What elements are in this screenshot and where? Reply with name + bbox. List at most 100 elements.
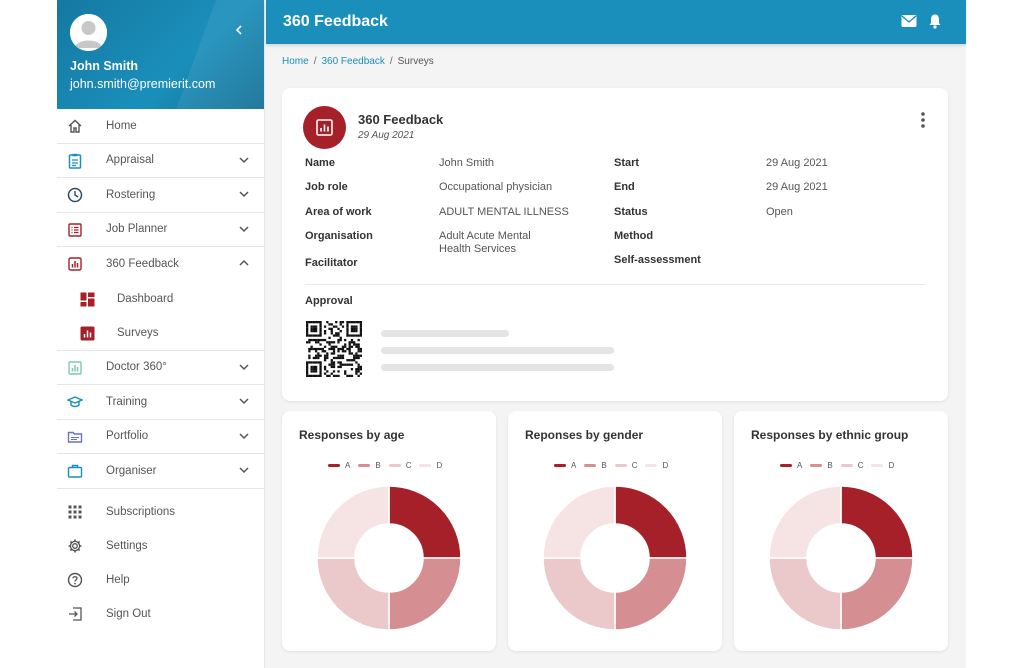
qr-module	[326, 352, 329, 355]
sidebar-item-sign-out[interactable]: Sign Out	[57, 597, 264, 631]
qr-module	[310, 329, 313, 333]
donut-slice-d[interactable]	[316, 485, 390, 559]
bell-icon[interactable]	[927, 13, 943, 29]
qr-module	[339, 329, 342, 333]
skeleton-line	[381, 347, 614, 354]
donut-slice-c[interactable]	[316, 557, 390, 631]
qr-module	[341, 325, 345, 328]
sidebar-item-label: Home	[106, 119, 137, 132]
bar-chart-icon	[316, 119, 333, 136]
donut-slice-a[interactable]	[840, 485, 914, 559]
qr-module	[314, 374, 318, 377]
chevron-down-icon	[239, 467, 249, 474]
qr-module	[337, 365, 340, 369]
qr-module	[306, 325, 309, 328]
qr-module	[317, 347, 320, 351]
donut-slice-a[interactable]	[614, 485, 688, 559]
legend-item: A	[780, 461, 802, 470]
donut-slice-c[interactable]	[542, 557, 616, 631]
qr-module	[323, 332, 327, 335]
sidebar-subitem-surveys[interactable]: Surveys	[57, 316, 264, 351]
donut-slice-d[interactable]	[768, 485, 842, 559]
legend-label: A	[797, 461, 803, 470]
sidebar-item-360-feedback[interactable]: 360 Feedback	[57, 247, 264, 282]
qr-module	[312, 321, 316, 324]
sidebar-item-subscriptions[interactable]: Subscriptions	[57, 495, 264, 529]
qr-module	[330, 359, 333, 362]
donut-slice-c[interactable]	[768, 557, 842, 631]
legend-swatch	[810, 464, 823, 467]
mail-icon[interactable]	[901, 14, 917, 28]
qr-module	[339, 363, 342, 366]
sidebar-item-portfolio[interactable]: Portfolio	[57, 420, 264, 454]
qr-module	[308, 321, 311, 324]
sidebar-item-doctor-360[interactable]: Doctor 360°	[57, 351, 264, 385]
qr-module	[306, 368, 309, 371]
qr-module	[355, 361, 358, 364]
qr-module	[321, 347, 324, 351]
qr-module	[306, 329, 309, 333]
qr-module	[326, 321, 329, 324]
qr-module	[359, 334, 362, 337]
chart-title: Responses by ethnic group	[751, 428, 909, 442]
donut-slice-b[interactable]	[614, 557, 688, 631]
sidebar-item-appraisal[interactable]: Appraisal	[57, 144, 264, 178]
qr-module	[348, 334, 351, 337]
breadcrumb-section-link[interactable]: 360 Feedback	[321, 56, 384, 67]
qr-module	[355, 354, 358, 357]
qr-module	[308, 350, 311, 353]
breadcrumb-home-link[interactable]: Home	[282, 56, 309, 67]
qr-module	[348, 350, 351, 353]
method-label: Method	[614, 230, 654, 242]
qr-module	[332, 352, 336, 355]
qr-module	[355, 329, 358, 333]
avatar[interactable]	[70, 14, 107, 51]
qr-module	[353, 354, 356, 357]
donut-slice-a[interactable]	[388, 485, 462, 559]
collapse-sidebar-button[interactable]	[232, 22, 246, 38]
qr-module	[337, 338, 340, 342]
legend-item: A	[328, 461, 350, 470]
qr-module	[321, 338, 324, 342]
folder-icon	[67, 431, 83, 443]
chart-title: Reponses by gender	[525, 428, 644, 442]
qr-code[interactable]	[306, 321, 362, 377]
qr-module	[312, 327, 316, 331]
donut-slice-d[interactable]	[542, 485, 616, 559]
qr-module	[319, 334, 322, 337]
sidebar-item-job-planner[interactable]: Job Planner	[57, 213, 264, 247]
qr-module	[353, 334, 356, 337]
donut-slice-b[interactable]	[840, 557, 914, 631]
sidebar-item-rostering[interactable]: Rostering	[57, 178, 264, 213]
sidebar-item-settings[interactable]: Settings	[57, 529, 264, 563]
sidebar-item-help[interactable]: Help	[57, 563, 264, 597]
legend-item: D	[871, 461, 894, 470]
qr-module	[328, 347, 331, 351]
sidebar-subitem-label: Surveys	[117, 327, 159, 339]
qr-module	[317, 321, 320, 324]
legend-item: C	[840, 461, 863, 470]
qr-module	[308, 338, 311, 342]
qr-module	[346, 323, 349, 326]
chart-legend: A B C D	[328, 461, 442, 470]
sidebar-item-home[interactable]: Home	[57, 109, 264, 144]
qr-module	[319, 372, 322, 375]
chart-title: Responses by age	[299, 428, 405, 442]
more-options-icon[interactable]	[918, 111, 928, 129]
qr-module	[357, 368, 360, 371]
sidebar-item-organiser[interactable]: Organiser	[57, 454, 264, 489]
qr-module	[337, 347, 340, 351]
sidebar-item-training[interactable]: Training	[57, 385, 264, 420]
qr-module	[335, 334, 338, 337]
qr-module	[306, 323, 309, 326]
app-window: John Smith john.smith@premierit.com Home…	[57, 0, 966, 668]
qr-module	[346, 334, 349, 337]
qr-module	[330, 341, 333, 344]
legend-label: B	[827, 461, 833, 470]
sidebar-subitem-dashboard[interactable]: Dashboard	[57, 282, 264, 317]
donut-slice-b[interactable]	[388, 557, 462, 631]
legend-label: D	[888, 461, 895, 470]
qr-module	[314, 370, 318, 373]
qr-module	[353, 359, 356, 362]
qr-module	[350, 352, 354, 355]
